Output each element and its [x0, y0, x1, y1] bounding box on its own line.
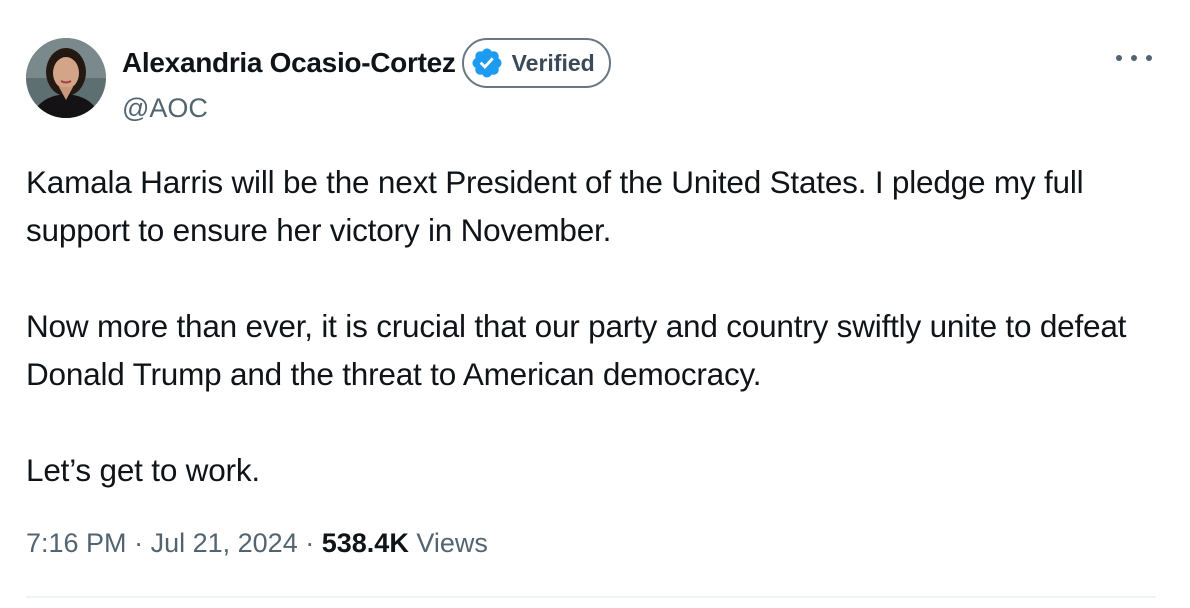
- tweet-card: Alexandria Ocasio-Cortez Verified @AOC K…: [0, 0, 1190, 608]
- tweet-paragraph: Now more than ever, it is crucial that o…: [26, 308, 1127, 392]
- avatar-image: [26, 38, 106, 118]
- author-name-row: Alexandria Ocasio-Cortez Verified: [122, 38, 611, 88]
- tweet-metadata: 7:16 PM · Jul 21, 2024 · 538.4K Views: [26, 528, 488, 559]
- tweet-text: Kamala Harris will be the next President…: [26, 158, 1166, 494]
- avatar[interactable]: [26, 38, 106, 118]
- meta-separator: ·: [305, 528, 315, 558]
- views-count: 538.4K: [321, 528, 409, 558]
- verified-badge-button[interactable]: Verified: [461, 38, 611, 88]
- more-dot: [1131, 55, 1137, 61]
- tweet-paragraph: Kamala Harris will be the next President…: [26, 164, 1084, 248]
- tweet-time: 7:16 PM: [26, 528, 127, 558]
- verified-check-badge-icon: [472, 48, 502, 78]
- more-horizontal-icon[interactable]: [1116, 48, 1152, 68]
- divider: [26, 596, 1156, 598]
- meta-separator: ·: [134, 528, 144, 558]
- tweet-date: Jul 21, 2024: [150, 528, 298, 558]
- verified-label: Verified: [511, 49, 595, 76]
- more-dot: [1116, 55, 1122, 61]
- more-dot: [1146, 55, 1152, 61]
- views-label: Views: [416, 528, 488, 558]
- author-handle[interactable]: @AOC: [122, 93, 208, 124]
- tweet-paragraph: Let’s get to work.: [26, 452, 260, 488]
- tweet-time-link[interactable]: 7:16 PM · Jul 21, 2024: [26, 528, 298, 558]
- author-display-name[interactable]: Alexandria Ocasio-Cortez: [122, 47, 456, 79]
